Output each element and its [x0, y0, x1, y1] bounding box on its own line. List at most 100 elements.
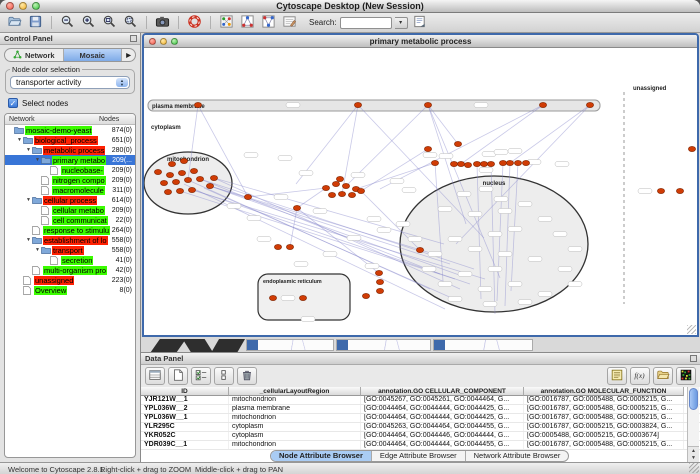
hide-selected-button[interactable] — [238, 14, 257, 31]
annotation-button[interactable] — [280, 14, 299, 31]
tree-col-network[interactable]: Network — [9, 116, 99, 123]
node-color-dropdown[interactable]: transporter activity ▲▼ — [10, 76, 130, 89]
network-edge[interactable] — [461, 105, 543, 164]
tree-expand-icon[interactable]: ▼ — [34, 157, 41, 163]
network-node[interactable] — [522, 160, 529, 165]
network-node[interactable] — [586, 102, 593, 107]
tab-node-attribute-browser[interactable]: Node Attribute Browser — [271, 451, 372, 461]
attribute-import-button[interactable] — [653, 367, 673, 385]
network-node[interactable] — [676, 188, 683, 193]
table-row[interactable]: YKR052Ccytoplasm[GO:0044464, GO:0044446,… — [141, 432, 700, 441]
attribute-new-button[interactable] — [168, 367, 188, 385]
close-button[interactable] — [6, 2, 14, 10]
network-resize-grip[interactable] — [687, 325, 696, 334]
search-input[interactable] — [340, 17, 392, 29]
tree-expand-icon[interactable]: ▼ — [16, 137, 23, 143]
trash-button[interactable] — [237, 367, 257, 385]
tree-row[interactable]: nucleobase-209(0) — [5, 165, 135, 175]
float-panel-icon[interactable] — [130, 35, 137, 42]
column-header[interactable]: _cellularLayoutRegion — [229, 387, 361, 396]
function-builder-button[interactable]: f(x) — [630, 367, 650, 385]
tab-mosaic[interactable]: Mosaic — [64, 49, 123, 61]
network-node[interactable] — [196, 176, 203, 181]
tree-row[interactable]: ▼cellular process614(0) — [5, 195, 135, 205]
network-node[interactable] — [172, 179, 179, 184]
network-node[interactable] — [194, 102, 201, 107]
network-node[interactable] — [431, 160, 438, 165]
network-node[interactable] — [274, 244, 281, 249]
tree-row[interactable]: response to stimulu264(0) — [5, 225, 135, 235]
tree-row[interactable]: ▼primary metabo209(... — [5, 155, 135, 165]
attribute-select-button[interactable] — [145, 367, 165, 385]
net-close-button[interactable] — [149, 38, 156, 45]
network-node[interactable] — [190, 168, 197, 173]
background-window[interactable] — [336, 339, 431, 351]
network-node[interactable] — [322, 185, 329, 190]
network-node[interactable] — [293, 205, 300, 210]
network-node[interactable] — [688, 146, 695, 151]
network-node[interactable] — [166, 172, 173, 177]
network-node[interactable] — [184, 177, 191, 182]
network-view-window[interactable]: primary metabolic process plasma membran… — [142, 33, 699, 337]
network-edge[interactable] — [342, 105, 358, 194]
help-ring-button[interactable] — [185, 14, 204, 31]
network-node[interactable] — [506, 160, 513, 165]
tree-row[interactable]: cellular metabo209(0) — [5, 205, 135, 215]
network-node[interactable] — [424, 146, 431, 151]
table-row[interactable]: YLR295Ccytoplasm[GO:0045263, GO:0044464,… — [141, 423, 700, 432]
network-node[interactable] — [176, 188, 183, 193]
network-node[interactable] — [354, 102, 361, 107]
network-node[interactable] — [178, 170, 185, 175]
tree-row[interactable]: cell communicat22(0) — [5, 215, 135, 225]
zoom-out-button[interactable] — [58, 14, 77, 31]
network-node[interactable] — [206, 183, 213, 188]
network-node[interactable] — [286, 244, 293, 249]
tree-row[interactable]: macromolecule311(0) — [5, 185, 135, 195]
attribute-delete-button[interactable] — [191, 367, 211, 385]
network-node[interactable] — [154, 169, 161, 174]
network-node[interactable] — [164, 189, 171, 194]
table-row[interactable]: YPL036W__2plasma membrane[GO:0044464, GO… — [141, 405, 700, 414]
background-window[interactable] — [433, 339, 533, 351]
network-canvas[interactable]: plasma membranecytoplasmmitochondrionnuc… — [144, 48, 697, 335]
network-node[interactable] — [180, 158, 187, 163]
network-node[interactable] — [244, 194, 251, 199]
tab-edge-attribute-browser[interactable]: Edge Attribute Browser — [372, 451, 466, 461]
network-node[interactable] — [336, 176, 343, 181]
scrollbar-thumb[interactable] — [689, 388, 698, 410]
attribute-unassign-button[interactable] — [214, 367, 234, 385]
network-node[interactable] — [376, 288, 383, 293]
network-node[interactable] — [299, 295, 306, 300]
tree-row[interactable]: unassigned223(0) — [5, 275, 135, 285]
network-node[interactable] — [328, 192, 335, 197]
scrollbar-arrows[interactable]: ▲▼ — [688, 446, 699, 462]
zoom-button[interactable] — [32, 2, 40, 10]
tab-overflow-arrow[interactable]: ▶ — [122, 49, 135, 61]
tree-expand-icon[interactable]: ▼ — [25, 197, 32, 203]
tree-row[interactable]: multi-organism pro42(0) — [5, 265, 135, 275]
zoom-selected-button[interactable] — [100, 14, 119, 31]
column-header[interactable]: annotation.GO CELLULAR_COMPONENT — [361, 387, 524, 396]
tab-network-attribute-browser[interactable]: Network Attribute Browser — [466, 451, 569, 461]
table-scrollbar[interactable]: ▲▼ — [687, 387, 699, 462]
network-node[interactable] — [375, 270, 382, 275]
table-row[interactable]: YDR039C__1mitochondrion[GO:0044464, GO:0… — [141, 441, 700, 450]
network-node[interactable] — [450, 161, 457, 166]
tree-row[interactable]: ▼transport558(0) — [5, 245, 135, 255]
network-node[interactable] — [269, 295, 276, 300]
network-node[interactable] — [539, 102, 546, 107]
network-edge[interactable] — [356, 163, 435, 189]
net-zoom-button[interactable] — [171, 38, 178, 45]
network-node[interactable] — [473, 161, 480, 166]
network-node[interactable] — [514, 160, 521, 165]
tree-expand-icon[interactable]: ▼ — [25, 147, 32, 153]
tree-expand-icon[interactable]: ▼ — [34, 247, 41, 253]
open-button[interactable] — [5, 14, 24, 31]
network-node[interactable] — [188, 187, 195, 192]
network-edge[interactable] — [361, 149, 428, 191]
network-edge[interactable] — [380, 105, 543, 189]
attribute-editor-button[interactable] — [607, 367, 627, 385]
vizmapper-button[interactable] — [217, 14, 236, 31]
titlebar[interactable]: Cytoscape Desktop (New Session) — [0, 0, 700, 13]
network-node[interactable] — [480, 161, 487, 166]
